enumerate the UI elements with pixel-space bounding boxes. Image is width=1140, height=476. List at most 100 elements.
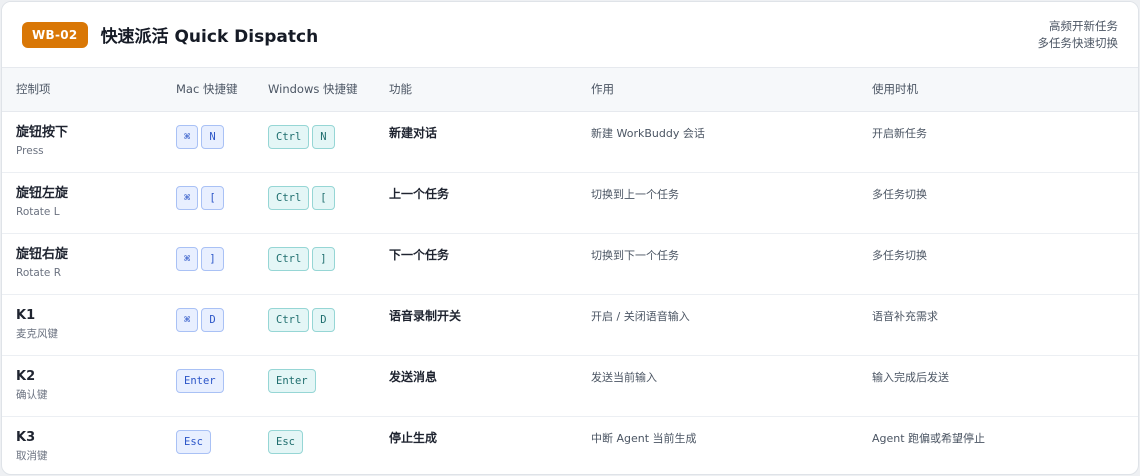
card-header: WB-02 快速派活 Quick Dispatch 高频开新任务 多任务快速切换 <box>2 2 1138 68</box>
shortcut-table: 控制项 Mac 快捷键 Windows 快捷键 功能 作用 使用时机 旋钮按下 … <box>2 68 1138 474</box>
control-sub: 取消键 <box>16 449 48 462</box>
control-name: K3 <box>16 429 36 445</box>
mac-shortcut-cell: Enter <box>176 355 268 417</box>
mac-shortcut-cell: ⌘ D <box>176 294 268 356</box>
col-header-timing: 使用时机 <box>872 68 1138 112</box>
table-row: K3 取消键 Esc Esc 停止生成 中断 Agent 当前生成 Agent … <box>2 416 1138 474</box>
header-note: 高频开新任务 多任务快速切换 <box>1038 18 1119 52</box>
win-key: Ctrl <box>268 185 310 210</box>
function-cell: 发送消息 <box>389 355 591 417</box>
timing-text: Agent 跑偏或希望停止 <box>872 431 986 445</box>
function-text: 上一个任务 <box>389 186 450 201</box>
function-cell: 下一个任务 <box>389 233 591 295</box>
table-header-row: 控制项 Mac 快捷键 Windows 快捷键 功能 作用 使用时机 <box>2 68 1138 112</box>
effect-text: 切换到上一个任务 <box>591 187 679 201</box>
header-note-line1: 高频开新任务 <box>1049 18 1118 33</box>
windows-shortcut-cell: Enter <box>268 355 389 417</box>
effect-cell: 开启 / 关闭语音输入 <box>591 294 872 356</box>
effect-text: 中断 Agent 当前生成 <box>591 431 697 445</box>
function-cell: 新建对话 <box>389 111 591 173</box>
effect-cell: 新建 WorkBuddy 会话 <box>591 111 872 173</box>
page-title: 快速派活 Quick Dispatch <box>100 27 319 47</box>
effect-cell: 切换到下一个任务 <box>591 233 872 295</box>
function-text: 语音录制开关 <box>389 308 462 323</box>
control-cell: K1 麦克风键 <box>2 294 176 356</box>
effect-text: 发送当前输入 <box>591 370 657 384</box>
col-header-function: 功能 <box>389 68 591 112</box>
windows-shortcut-cell: Ctrl N <box>268 111 389 173</box>
mac-shortcut-cell: ⌘[ <box>176 172 268 234</box>
mac-shortcut-cell: ⌘ N <box>176 111 268 173</box>
mac-shortcut-cell: ⌘] <box>176 233 268 295</box>
control-name: K1 <box>16 307 36 323</box>
control-cell: 旋钮按下 Press <box>2 111 176 173</box>
control-name: 旋钮右旋 <box>16 246 69 262</box>
col-header-windows: Windows 快捷键 <box>268 68 389 112</box>
control-name: K2 <box>16 368 36 384</box>
mac-key: Esc <box>176 429 211 454</box>
function-cell: 停止生成 <box>389 416 591 474</box>
control-cell: K3 取消键 <box>2 416 176 474</box>
effect-text: 切换到下一个任务 <box>591 248 679 262</box>
header-note-line2: 多任务快速切换 <box>1037 35 1119 50</box>
function-cell: 语音录制开关 <box>389 294 591 356</box>
table-row: 旋钮按下 Press ⌘ N Ctrl N 新建对话 新建 WorkBuddy 会话… <box>2 111 1138 173</box>
table-row: K2 确认键 Enter Enter 发送消息 发送当前输入 输入完成后发送 <box>2 355 1138 417</box>
win-key: ] <box>312 246 335 271</box>
windows-shortcut-cell: Ctrl D <box>268 294 389 356</box>
table-row: K1 麦克风键 ⌘ D Ctrl D 语音录制开关 开启 / 关闭语音输入 语音补充… <box>2 294 1138 356</box>
effect-cell: 发送当前输入 <box>591 355 872 417</box>
table-row: 旋钮右旋 Rotate R ⌘] Ctrl] 下一个任务 切换到下一个任务 多任… <box>2 233 1138 295</box>
mac-shortcut-cell: Esc <box>176 416 268 474</box>
mac-key: Enter <box>176 368 224 393</box>
windows-shortcut-cell: Esc <box>268 416 389 474</box>
function-text: 停止生成 <box>389 430 438 445</box>
control-cell: K2 确认键 <box>2 355 176 417</box>
win-key: N <box>312 124 335 149</box>
col-header-effect: 作用 <box>591 68 872 112</box>
win-key: [ <box>312 185 335 210</box>
control-sub: Rotate L <box>16 205 60 218</box>
control-sub: Rotate R <box>16 266 62 279</box>
table-row: 旋钮左旋 Rotate L ⌘[ Ctrl[ 上一个任务 切换到上一个任务 多任… <box>2 172 1138 234</box>
timing-cell: 语音补充需求 <box>872 294 1138 356</box>
mac-key: ] <box>201 246 224 271</box>
timing-cell: 多任务切换 <box>872 172 1138 234</box>
control-sub: 确认键 <box>16 388 48 401</box>
shortcut-card: WB-02 快速派活 Quick Dispatch 高频开新任务 多任务快速切换… <box>1 1 1139 475</box>
control-cell: 旋钮右旋 Rotate R <box>2 233 176 295</box>
control-cell: 旋钮左旋 Rotate L <box>2 172 176 234</box>
timing-text: 开启新任务 <box>872 126 927 140</box>
win-key: Ctrl <box>268 307 310 332</box>
control-name: 旋钮左旋 <box>16 185 69 201</box>
timing-cell: Agent 跑偏或希望停止 <box>872 416 1138 474</box>
effect-cell: 切换到上一个任务 <box>591 172 872 234</box>
mac-key: D <box>201 307 224 332</box>
control-sub: Press <box>16 144 44 157</box>
timing-text: 多任务切换 <box>872 187 927 201</box>
timing-cell: 输入完成后发送 <box>872 355 1138 417</box>
timing-cell: 开启新任务 <box>872 111 1138 173</box>
windows-shortcut-cell: Ctrl] <box>268 233 389 295</box>
windows-shortcut-cell: Ctrl[ <box>268 172 389 234</box>
header-left: WB-02 快速派活 Quick Dispatch <box>22 21 319 48</box>
effect-text: 新建 WorkBuddy 会话 <box>591 126 705 140</box>
function-text: 新建对话 <box>389 125 438 140</box>
win-key: Esc <box>268 429 303 454</box>
function-text: 发送消息 <box>389 369 438 384</box>
mac-key: N <box>201 124 224 149</box>
function-text: 下一个任务 <box>389 247 450 262</box>
id-badge: WB-02 <box>22 21 88 48</box>
effect-cell: 中断 Agent 当前生成 <box>591 416 872 474</box>
timing-cell: 多任务切换 <box>872 233 1138 295</box>
function-cell: 上一个任务 <box>389 172 591 234</box>
col-header-mac: Mac 快捷键 <box>176 68 268 112</box>
timing-text: 输入完成后发送 <box>872 370 949 384</box>
control-name: 旋钮按下 <box>16 124 69 140</box>
timing-text: 语音补充需求 <box>872 309 938 323</box>
win-key: D <box>312 307 335 332</box>
win-key: Ctrl <box>268 246 310 271</box>
win-key: Ctrl <box>268 124 310 149</box>
win-key: Enter <box>268 368 316 393</box>
effect-text: 开启 / 关闭语音输入 <box>591 309 690 323</box>
